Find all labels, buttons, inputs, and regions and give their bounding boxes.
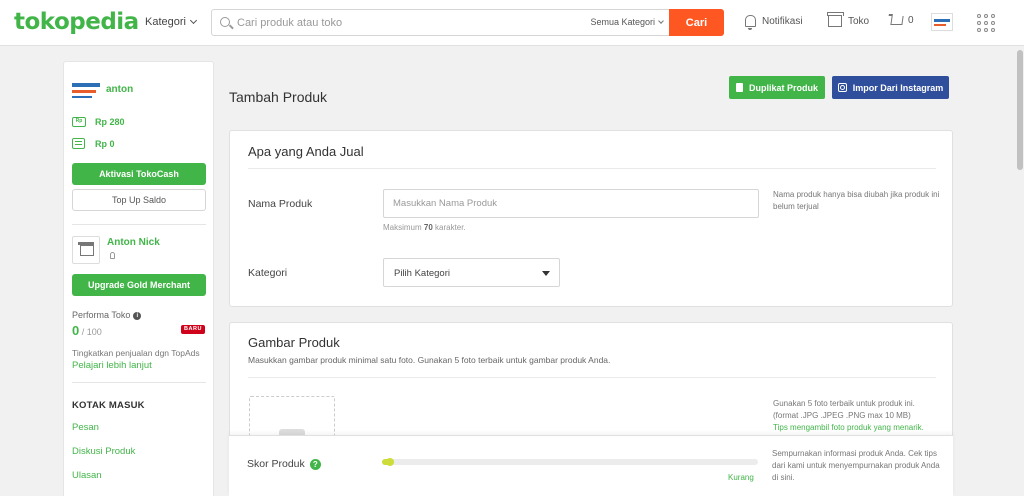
notifications-label: Notifikasi [762,15,803,27]
activate-tokocash-button[interactable]: Aktivasi TokoCash [72,163,206,185]
product-name-note: Nama produk hanya bisa diubah jika produ… [773,190,940,211]
page-title: Tambah Produk [229,89,328,105]
category-label: Kategori [248,267,288,279]
image-note: Gunakan 5 foto terbaik untuk produk ini.… [773,398,943,434]
shop-name[interactable]: Anton Nick [107,237,160,248]
section-title: Gambar Produk [248,335,340,350]
user-name[interactable]: anton [106,84,133,95]
score-note: Sempurnakan informasi produk Anda. Cek t… [772,449,940,482]
search-category-label: Semua Kategori [590,17,655,27]
performance-score-value: 0 [72,323,80,338]
caret-down-icon [542,271,550,276]
product-name-input[interactable] [383,189,759,218]
chevron-down-icon [658,18,664,24]
cart-link[interactable]: 0 [890,15,914,26]
search-box: Semua Kategori [211,9,669,36]
category-select-value: Pilih Kategori [394,268,450,279]
section-title: Apa yang Anda Jual [248,144,364,159]
new-badge: BARU [181,325,205,334]
user-avatar [72,79,100,103]
category-menu-label: Kategori [145,16,186,28]
product-score-bar: Skor Produk? Kurang Sempurnakan informas… [229,435,953,496]
tokopedia-logo[interactable]: tokopedia [14,9,139,35]
duplicate-product-button[interactable]: Duplikat Produk [729,76,825,99]
import-instagram-label: Impor Dari Instagram [852,82,944,93]
image-note-line2: (format .JPG .JPEG .PNG max 10 MB) [773,411,911,420]
inbox-heading: KOTAK MASUK [72,400,145,411]
chevron-down-icon [189,16,198,25]
saldo-balance-value: Rp 0 [95,138,115,149]
product-name-label: Nama Produk [248,198,313,210]
info-icon[interactable]: i [133,311,142,320]
topup-saldo-button[interactable]: Top Up Saldo [72,189,206,211]
product-score-label: Skor Produk? [247,458,321,470]
inbox-item-messages[interactable]: Pesan [72,422,99,433]
performance-score: 0 / 100 [72,323,102,338]
page-scrollbar[interactable] [1016,46,1024,496]
upgrade-gold-merchant-button[interactable]: Upgrade Gold Merchant [72,274,206,296]
divider [72,382,206,383]
product-name-hint: Maksimum 70 karakter. [383,223,466,232]
document-icon [735,83,743,92]
product-name-hint-suffix: karakter. [432,223,466,232]
score-status: Kurang [728,473,754,482]
tokocash-balance-value: Rp 280 [95,117,125,127]
instagram-icon [837,83,847,92]
divider [248,377,936,378]
cart-icon [890,16,904,25]
shop-label: Toko [848,15,870,27]
product-info-card: Apa yang Anda Jual Nama Produk Maksimum … [229,130,953,307]
apps-grid-icon[interactable] [977,14,995,32]
tokocash-balance: Rp Rp 280 [72,117,125,127]
lightbulb-icon [110,252,115,259]
product-name-hint-prefix: Maksimum [383,223,424,232]
search-button[interactable]: Cari [669,9,724,36]
score-progress-track [382,458,758,466]
top-header: tokopedia Kategori Semua Kategori Cari N… [0,0,1024,46]
search-icon [220,17,230,27]
section-subtitle: Masukkan gambar produk minimal satu foto… [248,355,611,365]
image-note-line1: Gunakan 5 foto terbaik untuk produk ini. [773,399,915,408]
shop-icon [827,12,844,27]
divider [248,168,936,169]
sidebar: anton Rp Rp 280 Rp 0 Aktivasi TokoCash T… [63,61,214,496]
cart-count: 0 [908,15,914,26]
category-menu[interactable]: Kategori [145,16,198,28]
shop-link[interactable]: Toko [827,12,870,27]
divider [72,224,206,225]
category-select[interactable]: Pilih Kategori [383,258,560,287]
search-input[interactable] [237,15,567,31]
wallet-icon [72,138,85,149]
performance-score-max: / 100 [81,327,102,337]
saldo-balance: Rp 0 [72,138,115,149]
avatar[interactable] [931,13,953,31]
performance-label: Performa Toko i [72,310,142,320]
search-category-select[interactable]: Semua Kategori [590,17,664,27]
product-score-label-text: Skor Produk [247,458,305,470]
duplicate-product-label: Duplikat Produk [748,82,818,93]
money-icon: Rp [72,117,86,127]
performance-label-text: Performa Toko [72,310,131,320]
inbox-item-reviews[interactable]: Ulasan [72,470,102,481]
learn-more-link[interactable]: Pelajari lebih lanjut [72,360,152,371]
topads-tip: Tingkatkan penjualan dgn TopAds [72,348,200,358]
shop-avatar [72,236,100,264]
help-icon[interactable]: ? [309,458,321,470]
inbox-item-product-discussion[interactable]: Diskusi Produk [72,446,135,457]
scrollbar-thumb[interactable] [1017,50,1023,170]
bell-icon [745,15,756,30]
notifications-link[interactable]: Notifikasi [745,15,803,30]
photo-tips-link[interactable]: Tips mengambil foto produk yang menarik. [773,422,943,434]
import-instagram-button[interactable]: Impor Dari Instagram [832,76,949,99]
score-progress-dot [385,458,394,466]
product-name-hint-count: 70 [423,223,433,232]
